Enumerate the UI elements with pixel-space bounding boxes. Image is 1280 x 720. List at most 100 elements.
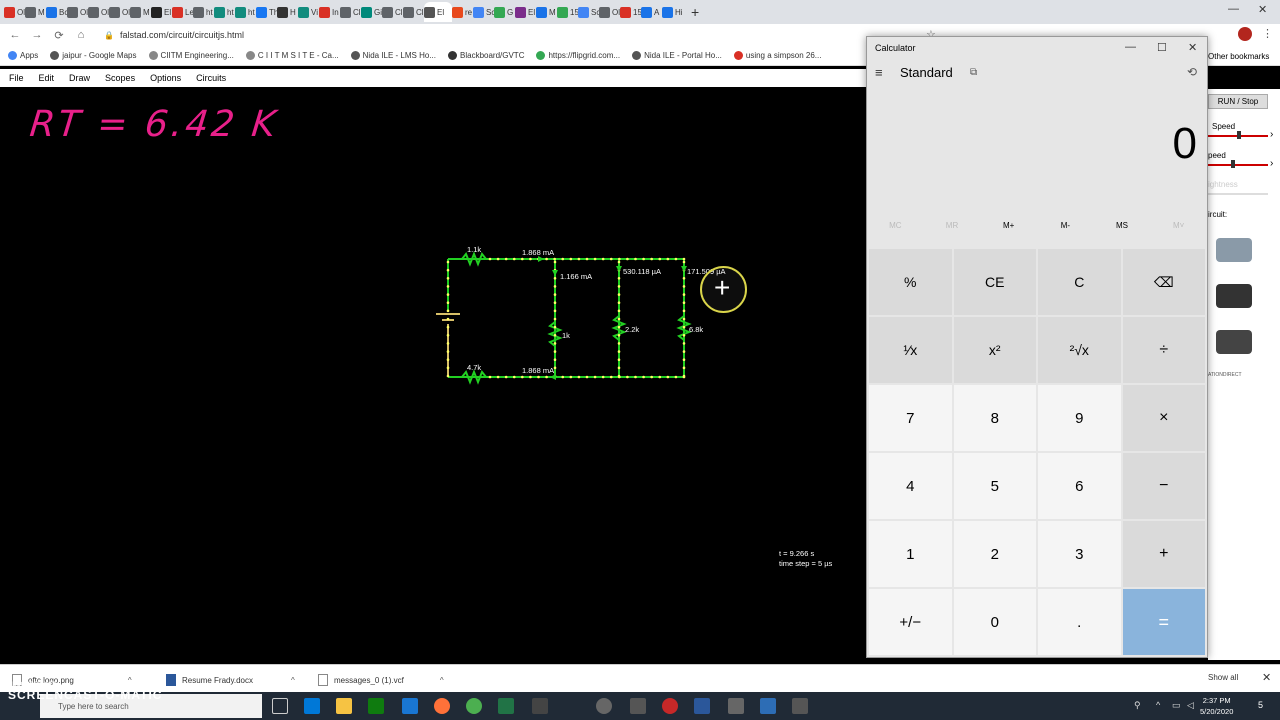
ad-motor-image-2[interactable] bbox=[1216, 284, 1252, 308]
taskbar-clock[interactable]: 2:37 PM 5/20/2020 bbox=[1200, 695, 1233, 717]
current-dot bbox=[617, 333, 621, 337]
window-close-icon[interactable]: ✕ bbox=[1258, 3, 1267, 16]
download-name: messages_0 (1).vcf bbox=[334, 675, 404, 685]
show-all-downloads[interactable]: Show all bbox=[1208, 673, 1238, 682]
memory-button[interactable]: MC bbox=[867, 221, 924, 235]
ad-motor-image-3[interactable] bbox=[1216, 330, 1252, 354]
current-speed-slider-knob[interactable] bbox=[1231, 160, 1235, 168]
speed-slider-knob[interactable] bbox=[1237, 131, 1241, 139]
calc-key[interactable]: − bbox=[1122, 453, 1205, 519]
calc-close-icon[interactable]: ✕ bbox=[1188, 41, 1197, 54]
chrome-icon[interactable] bbox=[466, 698, 482, 714]
calc-key[interactable]: +/− bbox=[869, 589, 952, 655]
run-stop-button[interactable]: RUN / Stop bbox=[1208, 94, 1268, 109]
calculator-taskbar-icon[interactable] bbox=[728, 698, 744, 714]
calc-key[interactable]: 2 bbox=[953, 521, 1036, 587]
app-icon[interactable] bbox=[596, 698, 612, 714]
calc-key[interactable]: C bbox=[1038, 249, 1121, 315]
calc-key[interactable]: = bbox=[1122, 589, 1205, 655]
minimize-icon[interactable]: — bbox=[1228, 3, 1239, 15]
current-dot bbox=[617, 317, 621, 321]
current-dot bbox=[682, 309, 686, 313]
memory-button[interactable]: M˅ bbox=[1150, 221, 1207, 235]
volume-icon[interactable]: ◁ bbox=[1187, 700, 1194, 711]
calc-key[interactable]: 5 bbox=[953, 453, 1036, 519]
calc-key[interactable]: ¹⁄x bbox=[869, 317, 952, 383]
current-dot bbox=[496, 375, 500, 379]
current-dot bbox=[617, 374, 621, 378]
calc-key[interactable]: ²√x bbox=[1038, 317, 1121, 383]
label-r3: 1k bbox=[562, 331, 570, 340]
calc-key[interactable]: 9 bbox=[1038, 385, 1121, 451]
calc-key[interactable]: + bbox=[1122, 521, 1205, 587]
screencast-watermark: RECORDED WITH SCREENCAST-O-MATIC bbox=[8, 682, 162, 702]
tray-chevron-icon[interactable]: ^ bbox=[1156, 700, 1160, 710]
send-icon[interactable] bbox=[792, 698, 808, 714]
calc-maximize-icon[interactable]: ☐ bbox=[1157, 41, 1167, 54]
calc-key[interactable]: CE bbox=[953, 249, 1036, 315]
current-dot bbox=[674, 257, 678, 261]
excel-icon[interactable] bbox=[498, 698, 514, 714]
calc-key[interactable]: × bbox=[1122, 385, 1205, 451]
people-icon[interactable]: ⚲ bbox=[1134, 700, 1141, 711]
current-dot bbox=[545, 257, 548, 261]
brightness-slider-track[interactable] bbox=[1208, 193, 1268, 195]
current-dot bbox=[682, 276, 686, 280]
current-dot bbox=[626, 257, 629, 261]
calc-key[interactable]: % bbox=[869, 249, 952, 315]
memory-button[interactable]: MS bbox=[1094, 221, 1151, 235]
calc-key[interactable]: x² bbox=[953, 317, 1036, 383]
calc-key[interactable]: 6 bbox=[1038, 453, 1121, 519]
snip-icon[interactable] bbox=[760, 698, 776, 714]
close-downloads-icon[interactable]: ✕ bbox=[1262, 671, 1271, 684]
ad-motor-image-1[interactable] bbox=[1216, 238, 1252, 262]
download-item-2[interactable]: Resume Frady.docx ^ bbox=[166, 674, 295, 686]
history-icon[interactable]: ⟲ bbox=[1187, 65, 1197, 79]
record-icon[interactable] bbox=[662, 698, 678, 714]
crosshair-icon: + bbox=[714, 272, 731, 303]
memory-button[interactable]: M- bbox=[1037, 221, 1094, 235]
calculator-mode: Standard bbox=[900, 65, 953, 80]
label-r5: 6.8k bbox=[689, 325, 703, 334]
calc-key[interactable]: 3 bbox=[1038, 521, 1121, 587]
task-view-icon[interactable] bbox=[272, 698, 288, 714]
notification-badge[interactable]: 5 bbox=[1258, 700, 1263, 710]
hamburger-menu-icon[interactable]: ≡ bbox=[875, 65, 883, 80]
current-speed-slider-track[interactable] bbox=[1208, 164, 1268, 166]
mail-icon[interactable] bbox=[402, 698, 418, 714]
calc-key[interactable]: 8 bbox=[953, 385, 1036, 451]
chevron-up-icon[interactable]: ^ bbox=[291, 676, 295, 685]
firefox-icon[interactable] bbox=[434, 698, 450, 714]
memory-button[interactable]: MR bbox=[924, 221, 981, 235]
network-icon[interactable]: ▭ bbox=[1172, 700, 1181, 711]
menu-dots-icon[interactable]: ⋮ bbox=[1262, 27, 1273, 40]
store-icon[interactable] bbox=[368, 698, 384, 714]
calc-key[interactable]: ÷ bbox=[1122, 317, 1205, 383]
edge-icon[interactable] bbox=[304, 698, 320, 714]
calc-key[interactable]: 7 bbox=[869, 385, 952, 451]
word-icon[interactable] bbox=[694, 698, 710, 714]
label-r2: 4.7k bbox=[467, 363, 481, 372]
memory-button[interactable]: M+ bbox=[980, 221, 1037, 235]
profile-avatar[interactable] bbox=[1238, 27, 1252, 41]
file-explorer-icon[interactable] bbox=[336, 698, 352, 714]
circuit-diagram[interactable]: 1.1k 4.7k 1k 2.2k 6.8k 1.868 mA 1.868 mA… bbox=[0, 0, 868, 660]
file-icon bbox=[318, 674, 328, 686]
calc-key[interactable]: 0 bbox=[953, 589, 1036, 655]
download-item-3[interactable]: messages_0 (1).vcf ^ bbox=[318, 674, 444, 686]
current-dot bbox=[569, 257, 573, 261]
keep-on-top-icon[interactable]: ⧉ bbox=[970, 67, 977, 78]
maps-icon[interactable] bbox=[532, 698, 548, 714]
calc-key[interactable]: 4 bbox=[869, 453, 952, 519]
calc-key[interactable]: 1 bbox=[869, 521, 952, 587]
label-r1: 1.1k bbox=[467, 245, 481, 254]
current-dot bbox=[593, 257, 597, 261]
other-bookmarks[interactable]: Other bookmarks bbox=[1208, 52, 1269, 61]
paint-icon[interactable] bbox=[630, 698, 646, 714]
current-dot bbox=[666, 257, 670, 261]
chevron-up-icon[interactable]: ^ bbox=[440, 676, 444, 685]
calc-key[interactable]: . bbox=[1038, 589, 1121, 655]
current-dot bbox=[601, 375, 605, 379]
calc-key[interactable]: ⌫ bbox=[1122, 249, 1205, 315]
calc-minimize-icon[interactable]: — bbox=[1125, 41, 1136, 53]
